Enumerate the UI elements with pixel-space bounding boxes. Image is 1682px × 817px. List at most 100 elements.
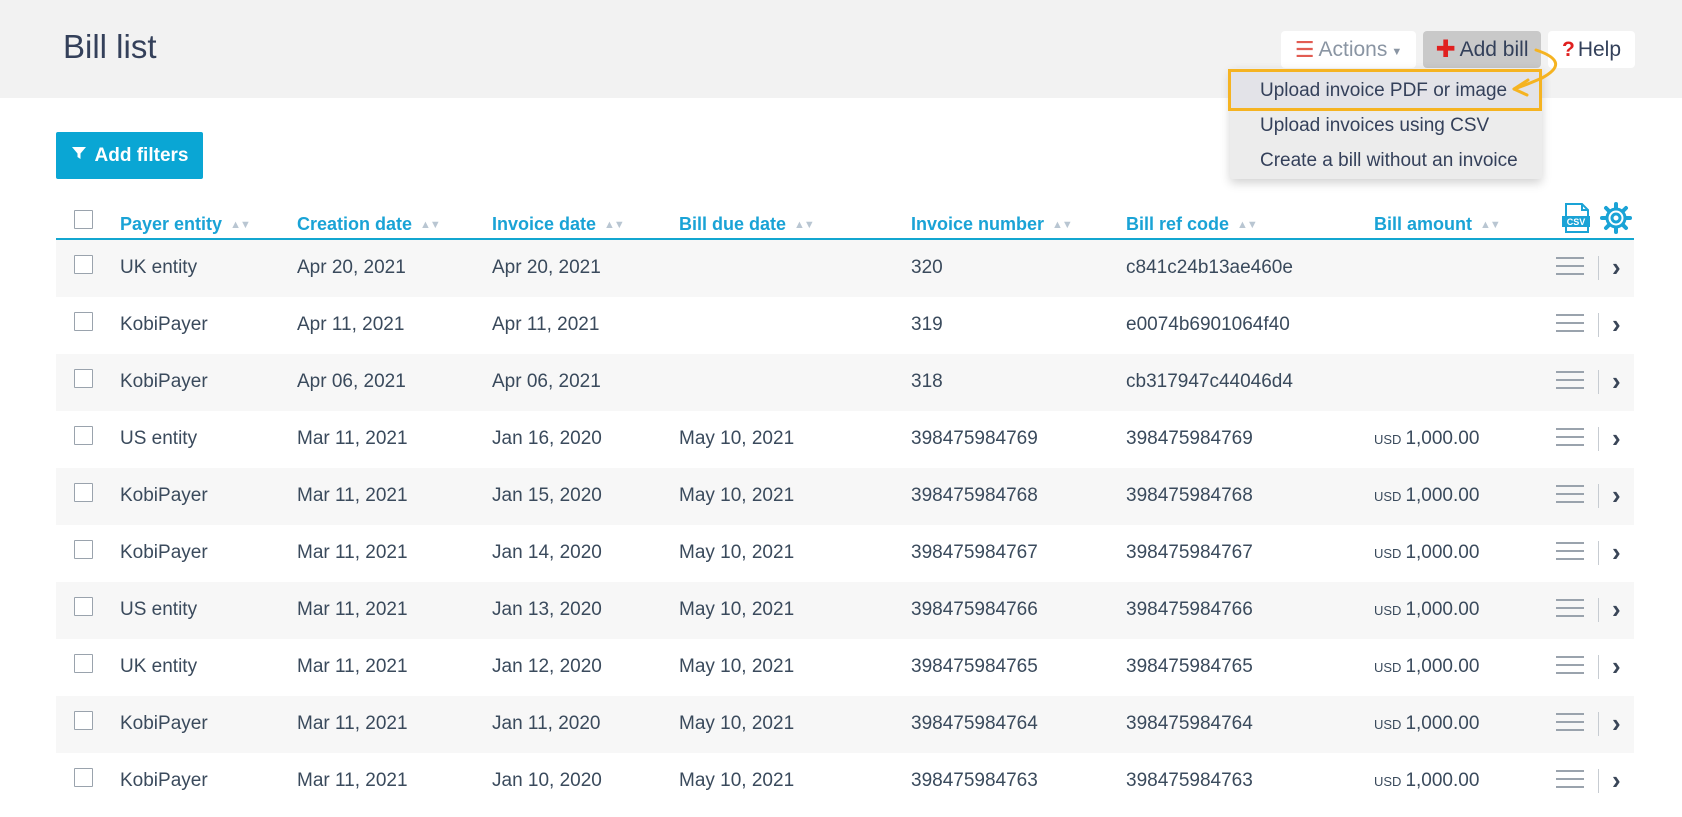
cell-invoice-date: Apr 11, 2021: [492, 314, 600, 335]
caret-down-icon: ▼: [1391, 45, 1403, 58]
table-row[interactable]: UK entity Apr 20, 2021 Apr 20, 2021 320 c841…: [56, 240, 1634, 297]
row-checkbox[interactable]: [74, 540, 93, 559]
cell-bill-amount: [1374, 314, 1378, 336]
row-checkbox[interactable]: [74, 369, 93, 388]
row-menu-hamburger-icon[interactable]: [1556, 656, 1584, 676]
table-row[interactable]: KobiPayer Mar 11, 2021 Jan 11, 2020 May 10,…: [56, 696, 1634, 753]
cell-invoice-date: Jan 11, 2020: [492, 713, 601, 734]
table-row[interactable]: KobiPayer Mar 11, 2021 Jan 10, 2020 May 10,…: [56, 753, 1634, 810]
row-menu-hamburger-icon[interactable]: [1556, 257, 1584, 277]
table-row[interactable]: US entity Mar 11, 2021 Jan 16, 2020 May 10,…: [56, 411, 1634, 468]
table-row[interactable]: UK entity Mar 11, 2021 Jan 12, 2020 May 10,…: [56, 639, 1634, 696]
cell-invoice-number: 319: [911, 314, 943, 335]
cell-invoice-date: Apr 06, 2021: [492, 371, 601, 392]
cell-bill-amount: USD 1,000.00: [1374, 713, 1479, 735]
row-menu-hamburger-icon[interactable]: [1556, 542, 1584, 562]
table-row[interactable]: KobiPayer Apr 11, 2021 Apr 11, 2021 319 e007…: [56, 297, 1634, 354]
menu-item-create-without-invoice[interactable]: Create a bill without an invoice: [1260, 150, 1518, 172]
row-menu-hamburger-icon[interactable]: [1556, 770, 1584, 790]
menu-item-upload-invoice[interactable]: Upload invoice PDF or image: [1260, 80, 1507, 102]
cell-invoice-date: Apr 20, 2021: [492, 257, 601, 278]
chevron-right-icon[interactable]: ›: [1612, 651, 1621, 682]
currency-code: USD: [1374, 717, 1402, 732]
column-header-payer-entity[interactable]: Payer entity ▲▼: [120, 214, 251, 235]
currency-code: USD: [1374, 489, 1402, 504]
select-all-checkbox[interactable]: [74, 210, 93, 229]
row-menu-hamburger-icon[interactable]: [1556, 713, 1584, 733]
row-menu-hamburger-icon[interactable]: [1556, 599, 1584, 619]
table-header: Payer entity ▲▼ Creation date ▲▼ Invoice d…: [56, 200, 1634, 240]
currency-code: USD: [1374, 546, 1402, 561]
add-filters-label: Add filters: [94, 144, 189, 166]
table-row[interactable]: US entity Mar 11, 2021 Jan 13, 2020 May 10,…: [56, 582, 1634, 639]
cell-invoice-number: 320: [911, 257, 943, 278]
annotation-arrow-icon: [1512, 48, 1557, 97]
chevron-right-icon[interactable]: ›: [1612, 309, 1621, 340]
row-menu-hamburger-icon[interactable]: [1556, 314, 1584, 334]
row-action-divider: [1598, 655, 1599, 679]
column-header-creation-date[interactable]: Creation date ▲▼: [297, 214, 441, 235]
row-checkbox[interactable]: [74, 654, 93, 673]
row-menu-hamburger-icon[interactable]: [1556, 485, 1584, 505]
cell-bill-ref-code: cb317947c44046d4: [1126, 371, 1293, 392]
cell-creation-date: Mar 11, 2021: [297, 428, 408, 449]
cell-bill-ref-code: 398475984766: [1126, 599, 1253, 620]
plus-icon: ✚: [1435, 36, 1456, 63]
column-header-bill-amount[interactable]: Bill amount ▲▼: [1374, 214, 1501, 235]
row-menu-hamburger-icon[interactable]: [1556, 371, 1584, 391]
chevron-right-icon[interactable]: ›: [1612, 708, 1621, 739]
csv-file-icon[interactable]: CSV: [1562, 202, 1592, 234]
chevron-right-icon[interactable]: ›: [1612, 423, 1621, 454]
chevron-right-icon[interactable]: ›: [1612, 480, 1621, 511]
chevron-right-icon[interactable]: ›: [1612, 594, 1621, 625]
cell-bill-due-date: May 10, 2021: [679, 713, 795, 734]
menu-item-upload-csv[interactable]: Upload invoices using CSV: [1260, 115, 1489, 137]
row-checkbox[interactable]: [74, 597, 93, 616]
row-action-divider: [1598, 370, 1599, 394]
row-checkbox[interactable]: [74, 426, 93, 445]
table-row[interactable]: KobiPayer Mar 11, 2021 Jan 15, 2020 May 10,…: [56, 468, 1634, 525]
cell-bill-amount: USD 1,000.00: [1374, 428, 1479, 450]
cell-payer-entity: KobiPayer: [120, 314, 208, 335]
column-header-invoice-date[interactable]: Invoice date ▲▼: [492, 214, 625, 235]
chevron-right-icon[interactable]: ›: [1612, 252, 1621, 283]
chevron-right-icon[interactable]: ›: [1612, 366, 1621, 397]
row-checkbox[interactable]: [74, 312, 93, 331]
column-header-bill-ref-code[interactable]: Bill ref code ▲▼: [1126, 214, 1258, 235]
cell-bill-amount: USD 1,000.00: [1374, 485, 1479, 507]
row-action-divider: [1598, 598, 1599, 622]
cell-invoice-number: 398475984769: [911, 428, 1038, 449]
row-menu-hamburger-icon[interactable]: [1556, 428, 1584, 448]
cell-invoice-number: 398475984767: [911, 542, 1038, 563]
cell-invoice-number: 318: [911, 371, 943, 392]
row-checkbox[interactable]: [74, 768, 93, 787]
row-checkbox[interactable]: [74, 711, 93, 730]
row-action-divider: [1598, 427, 1599, 451]
actions-button[interactable]: ☰ Actions ▼: [1281, 31, 1416, 68]
chevron-right-icon[interactable]: ›: [1612, 537, 1621, 568]
cell-bill-amount: USD 1,000.00: [1374, 599, 1479, 621]
table-row[interactable]: KobiPayer Apr 06, 2021 Apr 06, 2021 318 cb31…: [56, 354, 1634, 411]
row-action-divider: [1598, 769, 1599, 793]
row-checkbox[interactable]: [74, 255, 93, 274]
sort-icon: ▲▼: [420, 219, 441, 231]
sort-icon: ▲▼: [794, 219, 815, 231]
column-header-bill-due-date[interactable]: Bill due date ▲▼: [679, 214, 815, 235]
cell-payer-entity: UK entity: [120, 656, 198, 677]
chevron-right-icon[interactable]: ›: [1612, 765, 1621, 796]
cell-bill-ref-code: 398475984768: [1126, 485, 1253, 506]
cell-bill-due-date: May 10, 2021: [679, 428, 795, 449]
funnel-icon: [71, 145, 87, 167]
amount-value: 1,000.00: [1405, 656, 1480, 677]
row-checkbox[interactable]: [74, 483, 93, 502]
cell-creation-date: Apr 20, 2021: [297, 257, 406, 278]
sort-icon: ▲▼: [1052, 219, 1073, 231]
table-row[interactable]: KobiPayer Mar 11, 2021 Jan 14, 2020 May 10,…: [56, 525, 1634, 582]
cell-invoice-date: Jan 14, 2020: [492, 542, 602, 563]
cell-bill-due-date: May 10, 2021: [679, 599, 795, 620]
cell-creation-date: Mar 11, 2021: [297, 599, 408, 620]
add-filters-button[interactable]: Add filters: [56, 132, 203, 179]
gear-icon[interactable]: [1600, 202, 1632, 234]
column-header-invoice-number[interactable]: Invoice number ▲▼: [911, 214, 1073, 235]
currency-code: USD: [1374, 660, 1402, 675]
